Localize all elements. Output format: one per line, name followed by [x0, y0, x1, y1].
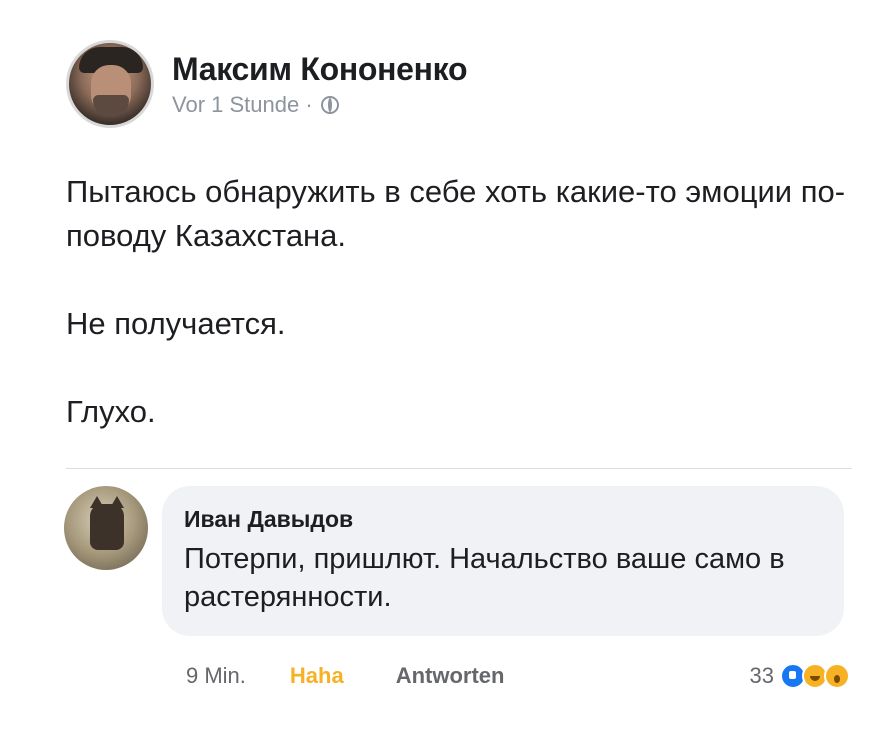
globe-icon: [320, 96, 339, 114]
post-timestamp[interactable]: Vor 1 Stunde ·: [172, 92, 313, 118]
post-time-row: Vor 1 Stunde ·: [172, 92, 467, 118]
author-avatar[interactable]: [66, 40, 154, 128]
post-header: Максим Кононенко Vor 1 Stunde ·: [66, 40, 468, 128]
post-paragraph: Глухо.: [66, 394, 156, 429]
haha-reaction-button[interactable]: Haha: [290, 663, 344, 689]
wow-icon: [824, 663, 850, 689]
commenter-avatar[interactable]: [64, 486, 148, 570]
post-meta: Максим Кононенко Vor 1 Stunde ·: [172, 50, 468, 118]
comment-timestamp[interactable]: 9 Min.: [186, 663, 246, 689]
comment-text: Потерпи, пришлют. Начальство ваше само в…: [184, 543, 785, 613]
reply-button[interactable]: Antworten: [396, 663, 505, 689]
reaction-count: 33: [749, 663, 774, 688]
comment-actions: 9 Min. Haha Antworten 33: [186, 658, 850, 694]
post-paragraph: Не получается.: [66, 306, 286, 341]
divider: [66, 468, 852, 469]
post-author-name[interactable]: Максим Кононенко: [172, 50, 468, 88]
post-paragraph: Пытаюсь обнаружить в себе хоть какие-то …: [66, 174, 846, 253]
reaction-summary[interactable]: 33: [750, 663, 850, 689]
comment-author-name[interactable]: Иван Давыдов: [184, 504, 822, 534]
comment-bubble: Иван Давыдов Потерпи, пришлют. Начальств…: [162, 486, 844, 636]
post-body: Пытаюсь обнаружить в себе хоть какие-то …: [66, 170, 846, 434]
